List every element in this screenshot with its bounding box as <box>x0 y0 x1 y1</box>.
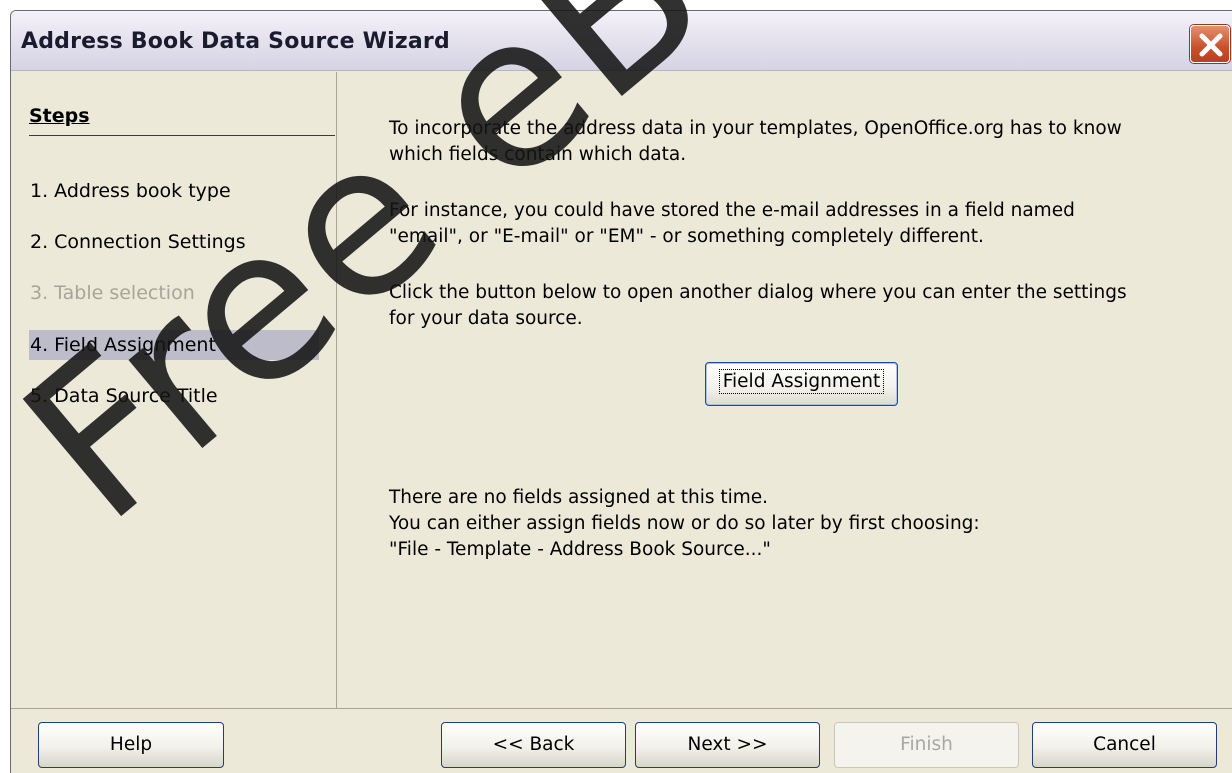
finish-button: Finish <box>834 722 1019 768</box>
step-connection-settings[interactable]: 2. Connection Settings <box>29 227 319 257</box>
intro-text-line-2: which fields contain which data. <box>389 144 687 165</box>
field-assignment-button[interactable]: Field Assignment <box>705 362 898 406</box>
step-data-source-title[interactable]: 5. Data Source Title <box>29 381 319 411</box>
click-text-line-2: for your data source. <box>389 308 583 329</box>
instance-text-line-2: "email", or "E-mail" or "EM" - or someth… <box>389 226 984 247</box>
status-text-line-2: You can either assign fields now or do s… <box>389 513 980 534</box>
instance-text-line-1: For instance, you could have stored the … <box>389 200 1075 221</box>
status-text-line-1: There are no fields assigned at this tim… <box>389 487 769 508</box>
step-table-selection: 3. Table selection <box>30 282 195 304</box>
steps-heading: Steps <box>29 105 90 127</box>
step-field-assignment[interactable]: 4. Field Assignment <box>29 330 319 360</box>
wizard-dialog: Address Book Data Source Wizard Steps 1.… <box>10 10 1232 773</box>
step-address-book-type[interactable]: 1. Address book type <box>29 176 319 206</box>
intro-text-line-1: To incorporate the address data in your … <box>389 118 1122 139</box>
close-icon <box>1199 33 1223 57</box>
next-button[interactable]: Next >> <box>635 722 820 768</box>
close-button[interactable] <box>1190 25 1230 63</box>
click-text-line-1: Click the button below to open another d… <box>389 282 1127 303</box>
content-panel: To incorporate the address data in your … <box>338 72 1232 708</box>
steps-divider <box>29 135 335 136</box>
field-assignment-button-label: Field Assignment <box>718 369 885 394</box>
steps-panel: Steps 1. Address book type 2. Connection… <box>13 72 337 708</box>
footer-divider <box>11 708 1232 709</box>
window-title: Address Book Data Source Wizard <box>21 29 450 54</box>
title-bar[interactable]: Address Book Data Source Wizard <box>11 11 1232 71</box>
help-button[interactable]: Help <box>38 722 224 768</box>
status-text-line-3: "File - Template - Address Book Source..… <box>389 539 771 560</box>
back-button[interactable]: << Back <box>441 722 626 768</box>
cancel-button[interactable]: Cancel <box>1032 722 1217 768</box>
